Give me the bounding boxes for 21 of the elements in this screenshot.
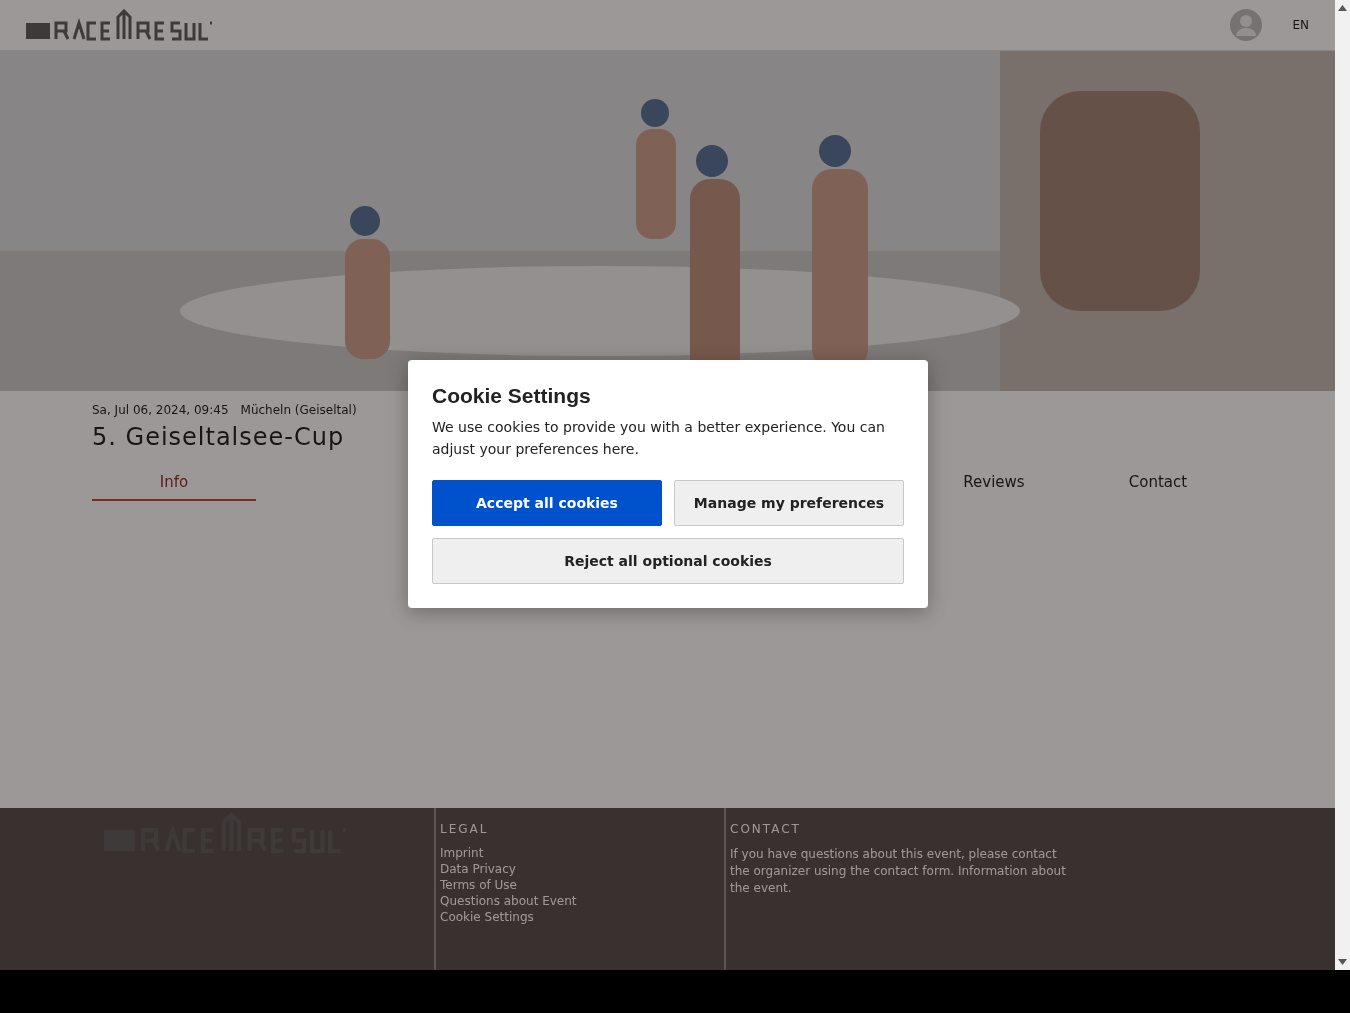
event-date: Sa, Jul 06, 2024, 09:45: [92, 403, 229, 417]
cookie-button[interactable]: Manage my preferences: [674, 480, 904, 526]
footer-link[interactable]: Questions about Event: [440, 894, 640, 908]
scroll-up-icon[interactable]: [1338, 5, 1347, 11]
scroll-down-icon[interactable]: [1338, 959, 1347, 965]
cookie-button[interactable]: Reject all optional cookies: [432, 538, 904, 584]
footer-link[interactable]: Imprint: [440, 846, 640, 860]
dialog-title: Cookie Settings: [432, 384, 592, 408]
language-selector[interactable]: EN: [1292, 18, 1309, 32]
cookie-button[interactable]: Accept all cookies: [432, 480, 662, 526]
tab[interactable]: Contact: [1076, 465, 1240, 501]
footer-heading: CONTACT: [730, 822, 802, 836]
contact-text: If you have questions about this event, please contact the organizer using the contact form. Information about the event.: [730, 846, 1067, 897]
event-title: 5. Geiseltalsee-Cup: [92, 423, 345, 451]
footer-link[interactable]: Terms of Use: [440, 878, 640, 892]
dialog-text: We use cookies to provide you with a better experience. You can adjust your preferences here.: [432, 418, 886, 459]
footer-heading: LEGAL: [440, 822, 490, 836]
footer-link[interactable]: Data Privacy: [440, 862, 640, 876]
tab[interactable]: Info: [92, 465, 256, 501]
event-location: Mücheln (Geiseltal): [240, 403, 357, 417]
footer-link[interactable]: Cookie Settings: [440, 910, 640, 924]
